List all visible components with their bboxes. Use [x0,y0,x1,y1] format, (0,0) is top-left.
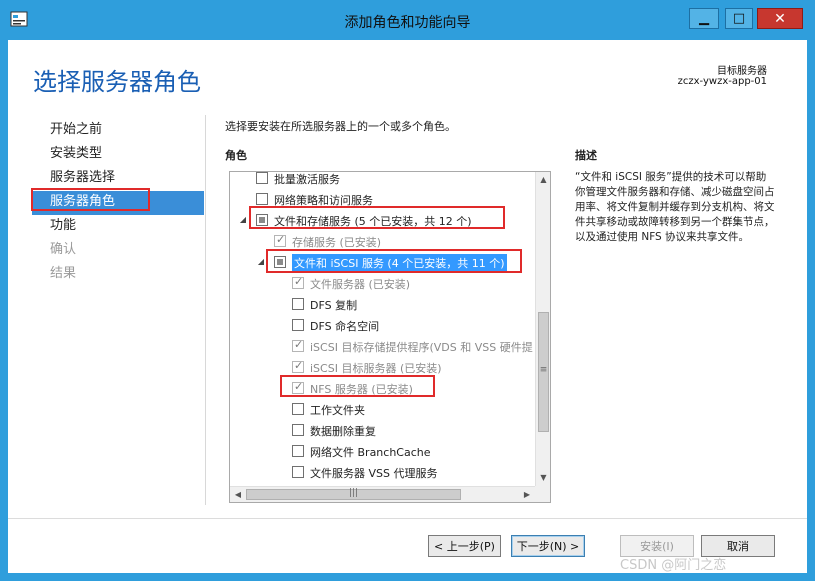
nav-item[interactable]: 开始之前 [32,119,204,143]
role-checkbox[interactable] [292,403,304,415]
vertical-scroll-thumb[interactable]: ≡ [538,312,549,432]
nav-item[interactable]: 安装类型 [32,143,204,167]
close-icon: ✕ [774,10,786,27]
wizard-content: 选择服务器角色 目标服务器 zczx-ywzx-app-01 开始之前 安装类型服… [8,40,807,573]
role-checkbox[interactable] [292,298,304,310]
maximize-button[interactable]: □ [725,8,753,29]
role-row[interactable]: DFS 复制 [230,294,535,314]
nav-item: 结果 [50,266,77,281]
role-row[interactable]: 文件服务器 (已安装) [230,273,535,293]
role-label: 文件和 iSCSI 服务 (4 个已安装，共 11 个) [292,254,507,272]
footer-divider [8,518,807,519]
role-row[interactable]: ◢ 文件和 iSCSI 服务 (4 个已安装，共 11 个) [230,252,535,272]
role-row[interactable]: 工作文件夹 [230,399,535,419]
scroll-down-icon[interactable]: ▼ [536,470,550,486]
role-label: 批量激活服务 [274,173,340,186]
scroll-right-icon[interactable]: ▶ [519,487,535,502]
role-label: iSCSI 目标存储提供程序(VDS 和 VSS 硬件提 [310,341,533,354]
horizontal-scrollbar[interactable]: ◀ ||| ▶ [230,486,535,502]
roles-tree-body: 批量激活服务网络策略和访问服务 ◢ 文件和存储服务 (5 个已安装，共 12 个) 存… [230,172,535,486]
role-row[interactable]: iSCSI 目标存储提供程序(VDS 和 VSS 硬件提 [230,336,535,356]
role-checkbox[interactable] [274,233,286,247]
role-row[interactable]: 网络文件 BranchCache [230,441,535,461]
roles-heading: 角色 [225,149,247,162]
role-checkbox[interactable] [292,424,304,436]
scroll-corner [535,486,550,502]
role-label: 工作文件夹 [310,404,365,417]
wizard-nav: 开始之前 安装类型 服务器选择 服务器角色 功能确认结果 [32,119,204,287]
role-checkbox[interactable] [292,319,304,331]
intro-text: 选择要安装在所选服务器上的一个或多个角色。 [225,120,456,133]
watermark: CSDN @阿门之恋 [620,558,727,573]
minimize-icon: ▁ [699,11,709,26]
role-row[interactable]: 文件服务器 VSS 代理服务 [230,462,535,482]
vertical-scrollbar[interactable]: ▲ ≡ ▼ [535,172,550,486]
previous-button[interactable]: < 上一步(P) [428,535,501,557]
role-checkbox[interactable] [292,466,304,478]
role-checkbox[interactable] [256,193,268,205]
role-label: NFS 服务器 (已安装) [310,383,413,396]
role-label: 文件服务器 VSS 代理服务 [310,467,438,480]
role-checkbox[interactable] [256,214,268,226]
role-label: 文件服务器 (已安装) [310,278,411,291]
maximize-icon: □ [732,11,746,26]
role-label: iSCSI 目标服务器 (已安装) [310,362,442,375]
role-checkbox[interactable] [292,338,304,352]
nav-divider [205,115,206,505]
role-checkbox[interactable] [292,445,304,457]
nav-item[interactable]: 功能 [32,215,204,239]
minimize-button[interactable]: ▁ [689,8,719,29]
wizard-window: 添加角色和功能向导 ▁ □ ✕ 选择服务器角色 目标服务器 zczx-ywzx-… [0,0,815,581]
role-label: 文件和存储服务 (5 个已安装，共 12 个) [274,215,472,228]
nav-item[interactable]: 服务器角色 [32,191,204,215]
roles-tree[interactable]: 批量激活服务网络策略和访问服务 ◢ 文件和存储服务 (5 个已安装，共 12 个) 存… [229,171,551,503]
role-row[interactable]: 存储服务 (已安装) [230,231,535,251]
role-row[interactable]: 批量激活服务 [230,172,535,188]
role-row[interactable]: ◢ 文件和存储服务 (5 个已安装，共 12 个) [230,210,535,230]
horizontal-scroll-thumb[interactable]: ||| [246,488,461,500]
role-checkbox[interactable] [292,380,304,394]
role-checkbox[interactable] [256,172,268,184]
role-row[interactable]: 数据删除重复 [230,420,535,440]
role-label: DFS 复制 [310,299,358,312]
scroll-up-icon[interactable]: ▲ [536,172,550,188]
grip-icon: ||| [348,488,359,498]
close-button[interactable]: ✕ [757,8,803,29]
nav-item[interactable]: 服务器选择 [32,167,204,191]
nav-item: 确认 [50,242,77,257]
role-checkbox[interactable] [274,256,286,268]
target-server-value: zczx-ywzx-app-01 [677,76,767,87]
role-checkbox[interactable] [292,275,304,289]
expand-collapse-icon[interactable]: ◢ [238,215,248,225]
role-row[interactable]: iSCSI 目标服务器 (已安装) [230,357,535,377]
grip-icon: ≡ [539,365,548,375]
role-label: 存储服务 (已安装) [292,236,382,249]
role-row[interactable]: DFS 命名空间 [230,315,535,335]
description-text: “文件和 iSCSI 服务”提供的技术可以帮助你管理文件服务器和存储、减少磁盘空… [575,171,775,243]
title-bar[interactable]: 添加角色和功能向导 ▁ □ ✕ [0,0,815,40]
role-label: 网络策略和访问服务 [274,194,373,207]
scroll-left-icon[interactable]: ◀ [230,487,246,502]
description-heading: 描述 [575,149,597,162]
role-row[interactable]: 网络策略和访问服务 [230,189,535,209]
role-checkbox[interactable] [292,359,304,373]
expand-collapse-icon[interactable]: ◢ [256,257,266,267]
role-row[interactable]: NFS 服务器 (已安装) [230,378,535,398]
role-label: 网络文件 BranchCache [310,446,431,459]
role-label: 数据删除重复 [310,425,376,438]
page-title: 选择服务器角色 [33,68,201,96]
target-server-label: 目标服务器 [717,66,767,77]
role-label: DFS 命名空间 [310,320,380,333]
next-button[interactable]: 下一步(N) > [511,535,585,557]
